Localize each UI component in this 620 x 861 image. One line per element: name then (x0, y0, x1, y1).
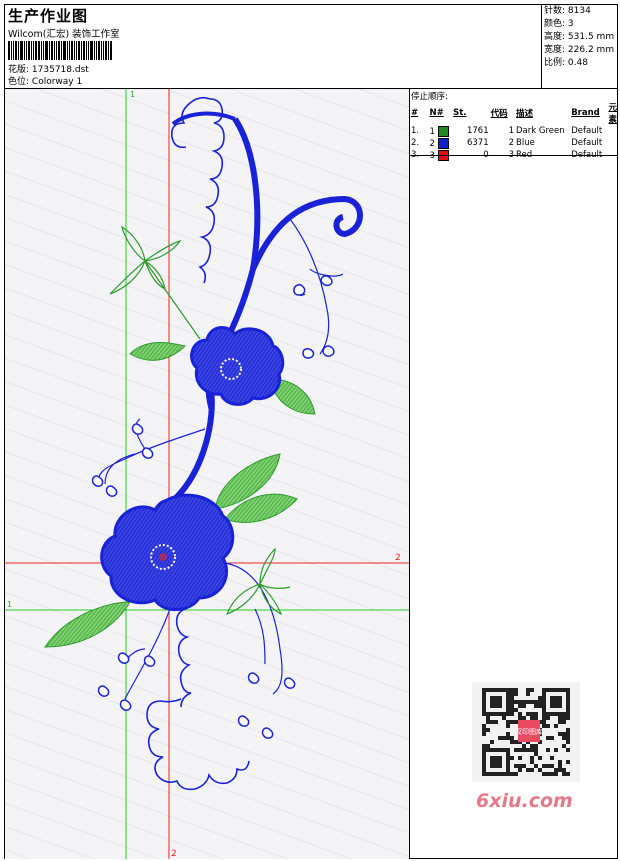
page-title: 生产作业图 (8, 7, 89, 25)
barcode (8, 41, 144, 60)
stop-row: 2. 2 6371 2 Blue Default (410, 137, 618, 149)
file-info: 花版: 1735718.dst 色位: Colorway 1 (8, 64, 89, 88)
stop-sequence-table: # N# St. 代码 描述 Brand 元素 1. 1 1761 1 Dark Gr… (410, 101, 618, 161)
row-brand: Default (571, 138, 603, 148)
embroidery-preview: 1 1 2 2 (5, 89, 409, 859)
col-idx: # (411, 108, 419, 118)
color-swatch (437, 137, 449, 149)
row-n: 2 (429, 137, 453, 149)
color-swatch (437, 125, 449, 137)
row-desc: Blue (516, 138, 535, 148)
col-n: N# (429, 108, 444, 118)
col-brand: Brand (571, 108, 600, 118)
colorway-label: 色位: (8, 77, 30, 87)
stop-sequence-divider (410, 155, 618, 156)
stop-sequence-panel: 停止顺序: # N# St. 代码 描述 Brand 元素 1. 1 1761 1 D… (410, 89, 618, 161)
row-brand: Default (571, 126, 603, 136)
row-idx: 2. (411, 138, 420, 148)
row-idx: 1. (411, 126, 420, 136)
qr-badge-text: 汉印图库 (515, 727, 543, 736)
company-name: Wilcom(汇宏) 装饰工作室 (8, 29, 120, 40)
qr-code: 汉印图库 (472, 682, 580, 782)
stat-colors: 颜色: 3 (544, 19, 574, 29)
stat-stitches: 针数: 8134 (544, 6, 591, 16)
col-element: 元素 (608, 103, 617, 125)
axis-label-green-top: 1 (130, 90, 135, 99)
file-label: 花版: (8, 65, 30, 75)
row-code: 2 (508, 138, 514, 148)
header-panel: 生产作业图 Wilcom(汇宏) 装饰工作室 花版: 1735718.dst 色… (5, 5, 540, 88)
file-name: 1735718.dst (31, 65, 89, 75)
axis-label-red-right: 2 (395, 553, 401, 563)
watermark-text: 6xiu.com (476, 790, 573, 812)
row-code: 1 (508, 126, 514, 136)
stat-ratio: 比例: 0.48 (544, 58, 588, 68)
stats-panel: 针数: 8134 颜色: 3 高度: 531.5 mm 宽度: 226.2 mm… (541, 4, 618, 88)
design-canvas: 1 1 2 2 (5, 89, 409, 859)
axis-label-red-bottom: 2 (171, 849, 177, 859)
row-element (607, 137, 618, 149)
col-code: 代码 (490, 109, 508, 119)
col-desc: 描述 (516, 109, 534, 119)
row-element (607, 125, 618, 137)
panel-divider (409, 89, 410, 859)
stat-width: 宽度: 226.2 mm (544, 45, 615, 55)
colorway-name: Colorway 1 (31, 77, 83, 87)
axis-label-green-left: 1 (7, 600, 12, 609)
stop-row: 1. 1 1761 1 Dark Green Default (410, 125, 618, 137)
col-st: St. (453, 108, 467, 118)
row-desc: Dark Green (516, 126, 565, 136)
row-n: 1 (429, 125, 453, 137)
row-st: 6371 (466, 138, 489, 148)
row-st: 1761 (466, 126, 489, 136)
stat-height: 高度: 531.5 mm (544, 32, 615, 42)
